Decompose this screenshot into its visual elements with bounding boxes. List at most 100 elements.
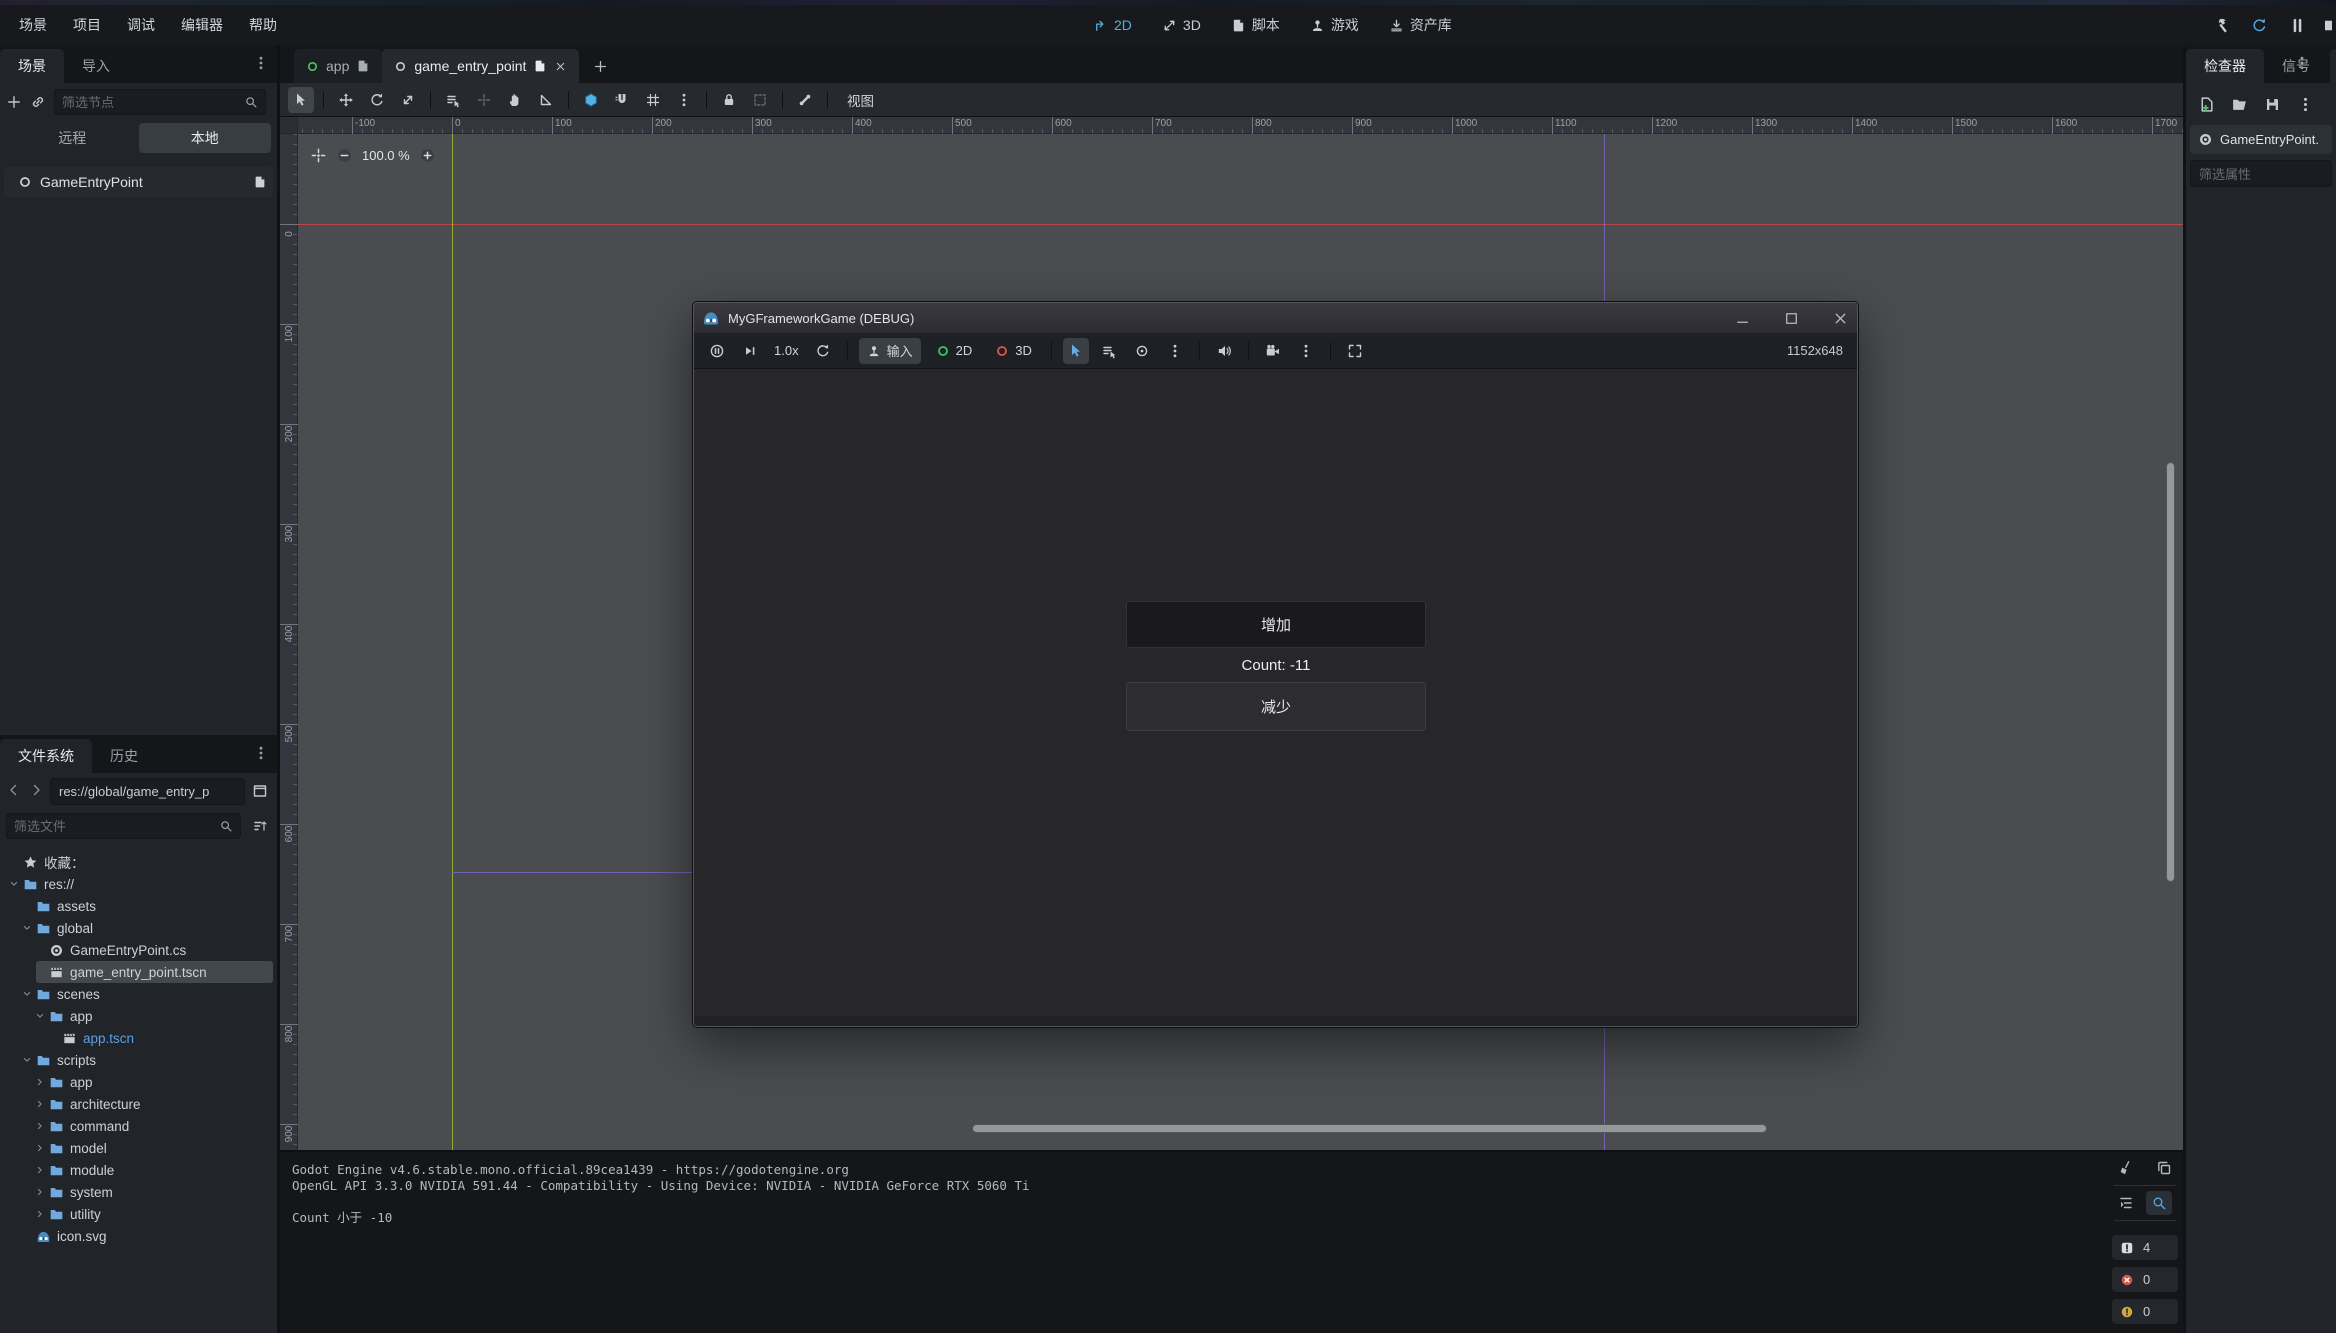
- fs-tree-item-app[interactable]: app: [0, 1005, 277, 1027]
- select-2d-toggle[interactable]: 2D: [928, 338, 981, 364]
- scene-tree-root-node[interactable]: GameEntryPoint: [4, 167, 273, 197]
- rotate-tool[interactable]: [364, 87, 390, 113]
- save-resource-icon[interactable]: [2264, 96, 2281, 113]
- filter-files-input[interactable]: [14, 819, 213, 834]
- increase-button[interactable]: 增加: [1126, 601, 1426, 648]
- message-count-badge[interactable]: 4: [2112, 1235, 2178, 1260]
- maximize-button[interactable]: [1783, 310, 1800, 327]
- chevron-right-icon[interactable]: [34, 1098, 46, 1110]
- select-tool[interactable]: [288, 87, 314, 113]
- search-output-button[interactable]: [2146, 1191, 2172, 1215]
- fs-tree-item-icon.svg[interactable]: icon.svg: [0, 1225, 277, 1247]
- instance-scene-button[interactable]: [30, 91, 46, 113]
- viewport-vertical-scrollbar[interactable]: [2166, 462, 2175, 882]
- chevron-down-icon[interactable]: [34, 1010, 46, 1022]
- restart-game-button[interactable]: [2249, 15, 2269, 35]
- scene-tab-app[interactable]: app: [294, 49, 382, 83]
- workspace-tab-2D[interactable]: 2D: [1093, 17, 1132, 33]
- menu-帮助[interactable]: 帮助: [236, 5, 290, 45]
- fs-tree-item-model[interactable]: model: [0, 1137, 277, 1159]
- fs-tree-item-system[interactable]: system: [0, 1181, 277, 1203]
- zoom-in-button[interactable]: [419, 147, 436, 164]
- 2d-viewport[interactable]: -100010020030040050060070080090010001100…: [280, 117, 2183, 1150]
- fs-tree-item-app.tscn[interactable]: app.tscn: [0, 1027, 277, 1049]
- camera-options-button[interactable]: [1293, 338, 1319, 364]
- decrease-button[interactable]: 减少: [1126, 682, 1426, 731]
- chevron-down-icon[interactable]: [21, 988, 33, 1000]
- fs-tree-item-architecture[interactable]: architecture: [0, 1093, 277, 1115]
- pivot-tool[interactable]: [471, 87, 497, 113]
- skeleton-button[interactable]: [792, 87, 818, 113]
- fs-tree-item-game_entry_point.tscn[interactable]: game_entry_point.tscn: [0, 961, 277, 983]
- load-resource-icon[interactable]: [2231, 96, 2248, 113]
- cut-off-tab[interactable]: [2330, 49, 2336, 83]
- center-view-icon[interactable]: [310, 147, 327, 164]
- chevron-right-icon[interactable]: [34, 1076, 46, 1088]
- fs-tree-item-module[interactable]: module: [0, 1159, 277, 1181]
- build-button[interactable]: [2211, 15, 2231, 35]
- history-forward-button[interactable]: [28, 782, 46, 800]
- select-3d-toggle[interactable]: 3D: [987, 338, 1040, 364]
- group-button[interactable]: [747, 87, 773, 113]
- pan-tool[interactable]: [502, 87, 528, 113]
- chevron-down-icon[interactable]: [8, 878, 20, 890]
- close-button[interactable]: [1832, 310, 1849, 327]
- chevron-right-icon[interactable]: [34, 1120, 46, 1132]
- edited-resource-row[interactable]: GameEntryPoint.: [2190, 125, 2332, 154]
- history-back-button[interactable]: [6, 782, 24, 800]
- dock-menu-icon[interactable]: [253, 745, 269, 761]
- filter-properties-input[interactable]: 筛选属性: [2190, 160, 2332, 187]
- viewport-canvas[interactable]: 100.0 % MyGFrameworkGame (DEBUG) 1.0x输入2…: [298, 134, 2183, 1150]
- add-node-button[interactable]: [6, 91, 22, 113]
- tab-场景[interactable]: 场景: [0, 49, 64, 83]
- workspace-tab-脚本[interactable]: 脚本: [1231, 15, 1280, 35]
- chevron-right-icon[interactable]: [34, 1142, 46, 1154]
- dock-menu-icon[interactable]: [2294, 55, 2310, 71]
- smart-snap-toggle[interactable]: [578, 87, 604, 113]
- grid-snap-toggle[interactable]: [609, 87, 635, 113]
- menu-项目[interactable]: 项目: [60, 5, 114, 45]
- selection-list-button[interactable]: [1096, 338, 1122, 364]
- fs-tree-item-app[interactable]: app: [0, 1071, 277, 1093]
- chevron-right-icon[interactable]: [34, 1164, 46, 1176]
- lock-button[interactable]: [716, 87, 742, 113]
- error-count-badge[interactable]: 0: [2112, 1267, 2178, 1292]
- suspend-button[interactable]: [704, 338, 730, 364]
- embed-fullscreen-button[interactable]: [1342, 338, 1368, 364]
- next-frame-button[interactable]: [737, 338, 763, 364]
- camera-override-button[interactable]: [1260, 338, 1286, 364]
- fs-tree-item-utility[interactable]: utility: [0, 1203, 277, 1225]
- fs-tree-item-assets[interactable]: assets: [0, 895, 277, 917]
- fs-tree-item-GameEntryPoint.cs[interactable]: GameEntryPoint.cs: [0, 939, 277, 961]
- copy-output-icon[interactable]: [2156, 1160, 2172, 1176]
- workspace-tab-3D[interactable]: 3D: [1162, 17, 1201, 33]
- snap-options-button[interactable]: [671, 87, 697, 113]
- chevron-right-icon[interactable]: [34, 1186, 46, 1198]
- pick-node-button[interactable]: [1063, 338, 1089, 364]
- filter-nodes-box[interactable]: [54, 89, 266, 115]
- restart-button[interactable]: [810, 338, 836, 364]
- game-window-titlebar[interactable]: MyGFrameworkGame (DEBUG): [694, 303, 1857, 333]
- filter-files-box[interactable]: [6, 813, 241, 839]
- fs-tree-item-[interactable]: 收藏：: [0, 851, 277, 873]
- running-game-window[interactable]: MyGFrameworkGame (DEBUG) 1.0x输入2D3D1152x…: [693, 302, 1858, 1027]
- list-select-tool[interactable]: [440, 87, 466, 113]
- segment-本地[interactable]: 本地: [139, 123, 272, 153]
- new-resource-icon[interactable]: [2198, 96, 2215, 113]
- tab-历史[interactable]: 历史: [92, 739, 156, 773]
- fs-tree-item-res[interactable]: res://: [0, 873, 277, 895]
- selection-options-button[interactable]: [1162, 338, 1188, 364]
- viewport-horizontal-scrollbar[interactable]: [972, 1124, 1767, 1133]
- tab-检查器[interactable]: 检查器: [2186, 49, 2264, 83]
- clear-output-icon[interactable]: [2118, 1160, 2134, 1176]
- fs-tree-item-global[interactable]: global: [0, 917, 277, 939]
- current-path-field[interactable]: res://global/game_entry_p: [50, 778, 245, 805]
- attached-script-icon[interactable]: [253, 175, 267, 189]
- close-tab-icon[interactable]: [554, 60, 567, 73]
- scale-tool[interactable]: [395, 87, 421, 113]
- menu-调试[interactable]: 调试: [114, 5, 168, 45]
- file-sort-button[interactable]: [249, 815, 271, 837]
- scene-tab-game_entry_point[interactable]: game_entry_point: [382, 49, 579, 83]
- workspace-tab-游戏[interactable]: 游戏: [1310, 15, 1359, 35]
- fs-tree-item-scenes[interactable]: scenes: [0, 983, 277, 1005]
